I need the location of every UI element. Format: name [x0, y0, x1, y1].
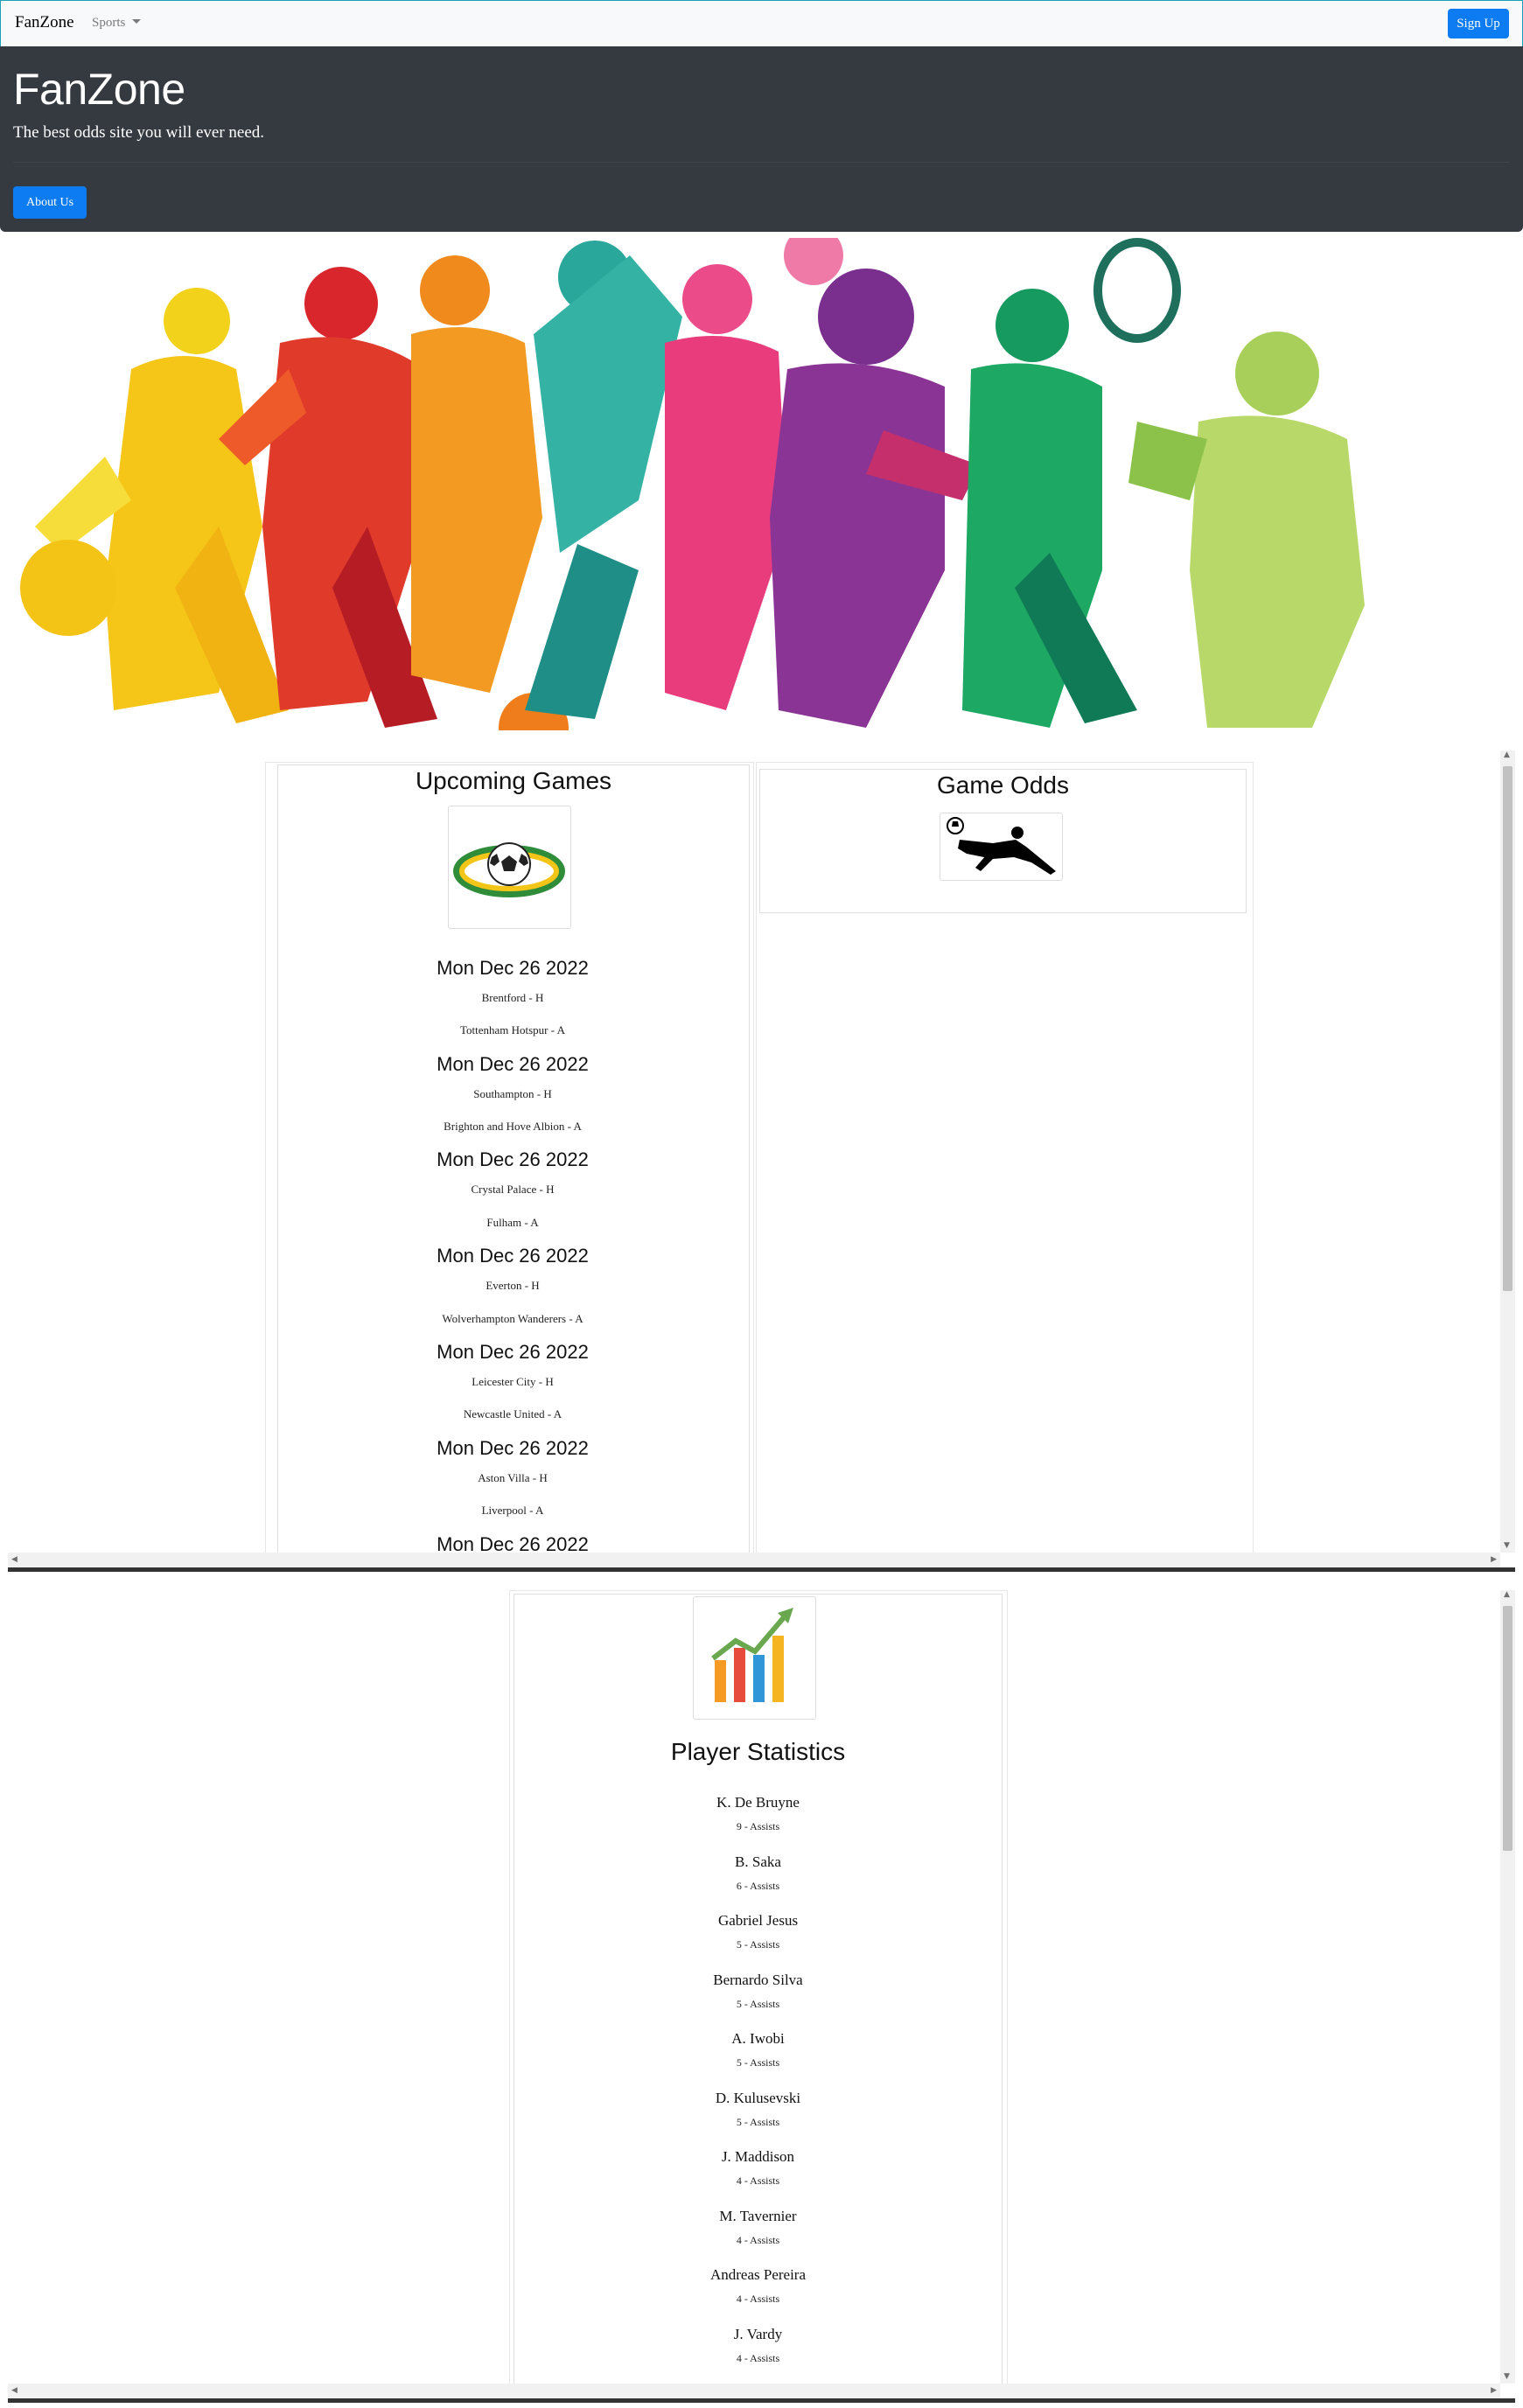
home-team: Leicester City - H [472, 1375, 554, 1388]
game-date: Mon Dec 26 2022 [437, 957, 589, 979]
navbar-brand[interactable]: FanZone [15, 13, 74, 32]
sign-up-button[interactable]: Sign Up [1448, 9, 1509, 38]
scroll-right-icon[interactable]: ▶ [1491, 2386, 1497, 2395]
athlete-silhouette [1128, 332, 1365, 728]
away-team: Fulham - A [486, 1216, 539, 1229]
player-name: M. Tavernier [719, 2208, 797, 2224]
scroll-up-icon[interactable]: ▲ [1504, 750, 1510, 759]
athlete-silhouette [20, 288, 289, 723]
divider [13, 162, 1509, 163]
frame-divider [8, 1567, 1515, 1572]
navbar: FanZone Sports Sign Up [0, 0, 1523, 47]
player-name: Bernardo Silva [713, 1972, 803, 1988]
home-team: Aston Villa - H [478, 1471, 548, 1484]
home-team: Southampton - H [473, 1087, 552, 1100]
athlete-silhouette [770, 269, 980, 728]
game-odds-card: Game Odds [759, 769, 1247, 913]
player-statistics-title: Player Statistics [670, 1738, 846, 1765]
athlete-silhouette [525, 241, 682, 719]
away-team: Liverpool - A [481, 1504, 544, 1517]
vertical-scrollbar[interactable]: ▲ ▼ [1500, 750, 1515, 1553]
soccer-player-silhouette-icon [940, 813, 1063, 881]
scroll-right-icon[interactable]: ▶ [1491, 1555, 1497, 1564]
chevron-down-icon [132, 19, 142, 24]
player-name: D. Kulusevski [715, 2090, 801, 2106]
player-stat: 5 - Assists [736, 2116, 780, 2128]
games-frame: Upcoming Games Mon Dec 26 2022 Brentford… [8, 750, 1515, 1567]
home-team: Everton - H [486, 1279, 540, 1292]
player-name: A. Iwobi [731, 2030, 785, 2047]
away-team: Tottenham Hotspur - A [459, 1023, 566, 1036]
sports-dropdown[interactable]: Sports [92, 16, 142, 31]
player-stat: 6 - Assists [736, 1880, 780, 1892]
player-stat: 5 - Assists [736, 1938, 780, 1951]
horizontal-scrollbar[interactable]: ◀ ▶ [8, 2384, 1500, 2398]
scroll-up-icon[interactable]: ▲ [1504, 1590, 1510, 1599]
scroll-down-icon[interactable]: ▼ [1504, 1541, 1510, 1550]
game-odds-title: Game Odds [937, 771, 1069, 799]
home-team: Crystal Palace - H [471, 1183, 555, 1196]
scrollbar-thumb[interactable] [1503, 1606, 1513, 1851]
games-list: Mon Dec 26 2022 Brentford - H Tottenham … [277, 750, 748, 1567]
away-team: Brighton and Hove Albion - A [444, 1120, 582, 1133]
scroll-down-icon[interactable]: ▼ [1504, 2372, 1510, 2381]
game-date: Mon Dec 26 2022 [437, 1437, 589, 1459]
player-stat: 4 - Assists [736, 2234, 780, 2246]
away-team: Newcastle United - A [463, 1407, 562, 1420]
tagline: The best odds site you will ever need. [13, 123, 265, 142]
scroll-left-icon[interactable]: ◀ [11, 2386, 17, 2395]
player-stat: 4 - Assists [736, 2293, 780, 2305]
player-stat: 5 - Assists [736, 2056, 780, 2069]
player-name: K. De Bruyne [716, 1794, 800, 1811]
game-date: Mon Dec 26 2022 [437, 1341, 589, 1363]
player-name: Gabriel Jesus [717, 1912, 799, 1929]
home-team: Brentford - H [481, 991, 544, 1004]
away-team: Wolverhampton Wanderers - A [442, 1312, 583, 1325]
player-stats-card: Player Statistics K. De Bruyne 9 - Assis… [513, 1594, 1003, 2398]
player-name: J. Maddison [721, 2148, 795, 2165]
player-name: B. Saka [735, 1853, 781, 1870]
sports-hero-image [20, 238, 1365, 730]
sports-dropdown-label: Sports [92, 16, 126, 30]
page-title: FanZone [13, 65, 185, 114]
stats-frame: Player Statistics K. De Bruyne 9 - Assis… [8, 1590, 1515, 2398]
horizontal-scrollbar[interactable]: ◀ ▶ [8, 1553, 1500, 1567]
vertical-scrollbar[interactable]: ▲ ▼ [1500, 1590, 1515, 2384]
game-date: Mon Dec 26 2022 [437, 1148, 589, 1170]
player-stat: 9 - Assists [736, 1820, 780, 1832]
game-date: Mon Dec 26 2022 [437, 1053, 589, 1075]
frame-divider [8, 2398, 1515, 2403]
scrollbar-thumb[interactable] [1503, 766, 1513, 1291]
game-date: Mon Dec 26 2022 [437, 1245, 589, 1267]
about-us-button[interactable]: About Us [13, 186, 87, 219]
player-stat: 4 - Assists [736, 2174, 780, 2187]
player-stat: 5 - Assists [736, 1998, 780, 2010]
player-name: J. Vardy [733, 2326, 783, 2342]
jumbotron: FanZone The best odds site you will ever… [0, 46, 1523, 232]
player-stat: 4 - Assists [736, 2352, 780, 2364]
scroll-left-icon[interactable]: ◀ [11, 1555, 17, 1564]
player-name: Andreas Pereira [709, 2266, 807, 2283]
bar-chart-growth-icon [693, 1596, 816, 1720]
